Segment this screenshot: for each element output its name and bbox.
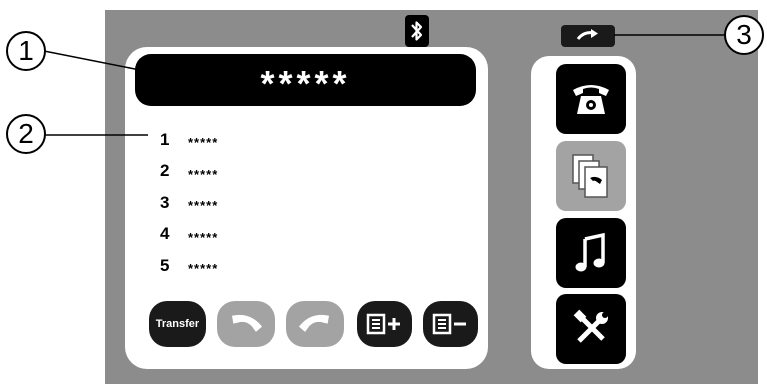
phone-answer-icon xyxy=(231,314,263,332)
tools-icon xyxy=(573,309,608,343)
callout-2: 2 xyxy=(6,114,46,154)
list-item-index: 5 xyxy=(160,255,170,275)
callout-1-label: 1 xyxy=(18,35,34,66)
back-button[interactable] xyxy=(561,25,615,47)
music-note-icon xyxy=(575,232,605,272)
list-item[interactable]: 2 ***** xyxy=(160,156,340,188)
list-item[interactable]: 4 ***** xyxy=(160,219,340,251)
callout-3-label: 3 xyxy=(736,19,752,50)
transfer-label: Transfer xyxy=(155,318,200,330)
list-item-index: 3 xyxy=(160,192,170,212)
list-item-value: ***** xyxy=(188,229,219,245)
list-item-index: 4 xyxy=(160,224,170,244)
transfer-button[interactable]: Transfer xyxy=(149,301,206,347)
telephone-icon xyxy=(573,85,609,114)
accept-call-button[interactable] xyxy=(217,301,275,347)
hang-up-button[interactable] xyxy=(286,301,344,347)
call-list-menu-button[interactable] xyxy=(556,141,626,211)
callout-3: 3 xyxy=(724,15,764,55)
phone-menu-button[interactable] xyxy=(556,64,626,134)
list-item[interactable]: 5 ***** xyxy=(160,250,340,282)
call-list-icon xyxy=(572,154,608,198)
list-item-value: ***** xyxy=(188,198,219,214)
list-item[interactable]: 3 ***** xyxy=(160,187,340,219)
back-arrow-icon xyxy=(576,29,598,40)
bluetooth-icon xyxy=(405,15,429,47)
music-menu-button[interactable] xyxy=(556,218,626,288)
callout-1: 1 xyxy=(6,31,46,71)
list-remove-icon xyxy=(432,313,466,335)
remove-from-list-button[interactable] xyxy=(423,301,478,347)
list-item[interactable]: 1 ***** xyxy=(160,124,340,156)
list-item-index: 2 xyxy=(160,161,170,181)
list-add-icon xyxy=(366,313,400,335)
list-item-value: ***** xyxy=(188,261,219,277)
list-item-value: ***** xyxy=(188,135,219,151)
display-value: ***** xyxy=(260,63,351,104)
add-to-list-button[interactable] xyxy=(357,301,412,347)
recent-calls-list: 1 ***** 2 ***** 3 ***** 4 ***** 5 ***** xyxy=(160,124,340,282)
list-item-index: 1 xyxy=(160,129,170,149)
phone-hangup-icon xyxy=(298,314,330,332)
settings-menu-button[interactable] xyxy=(556,294,626,364)
callout-2-label: 2 xyxy=(18,118,34,149)
number-display: ***** xyxy=(135,54,476,106)
list-item-value: ***** xyxy=(188,166,219,182)
